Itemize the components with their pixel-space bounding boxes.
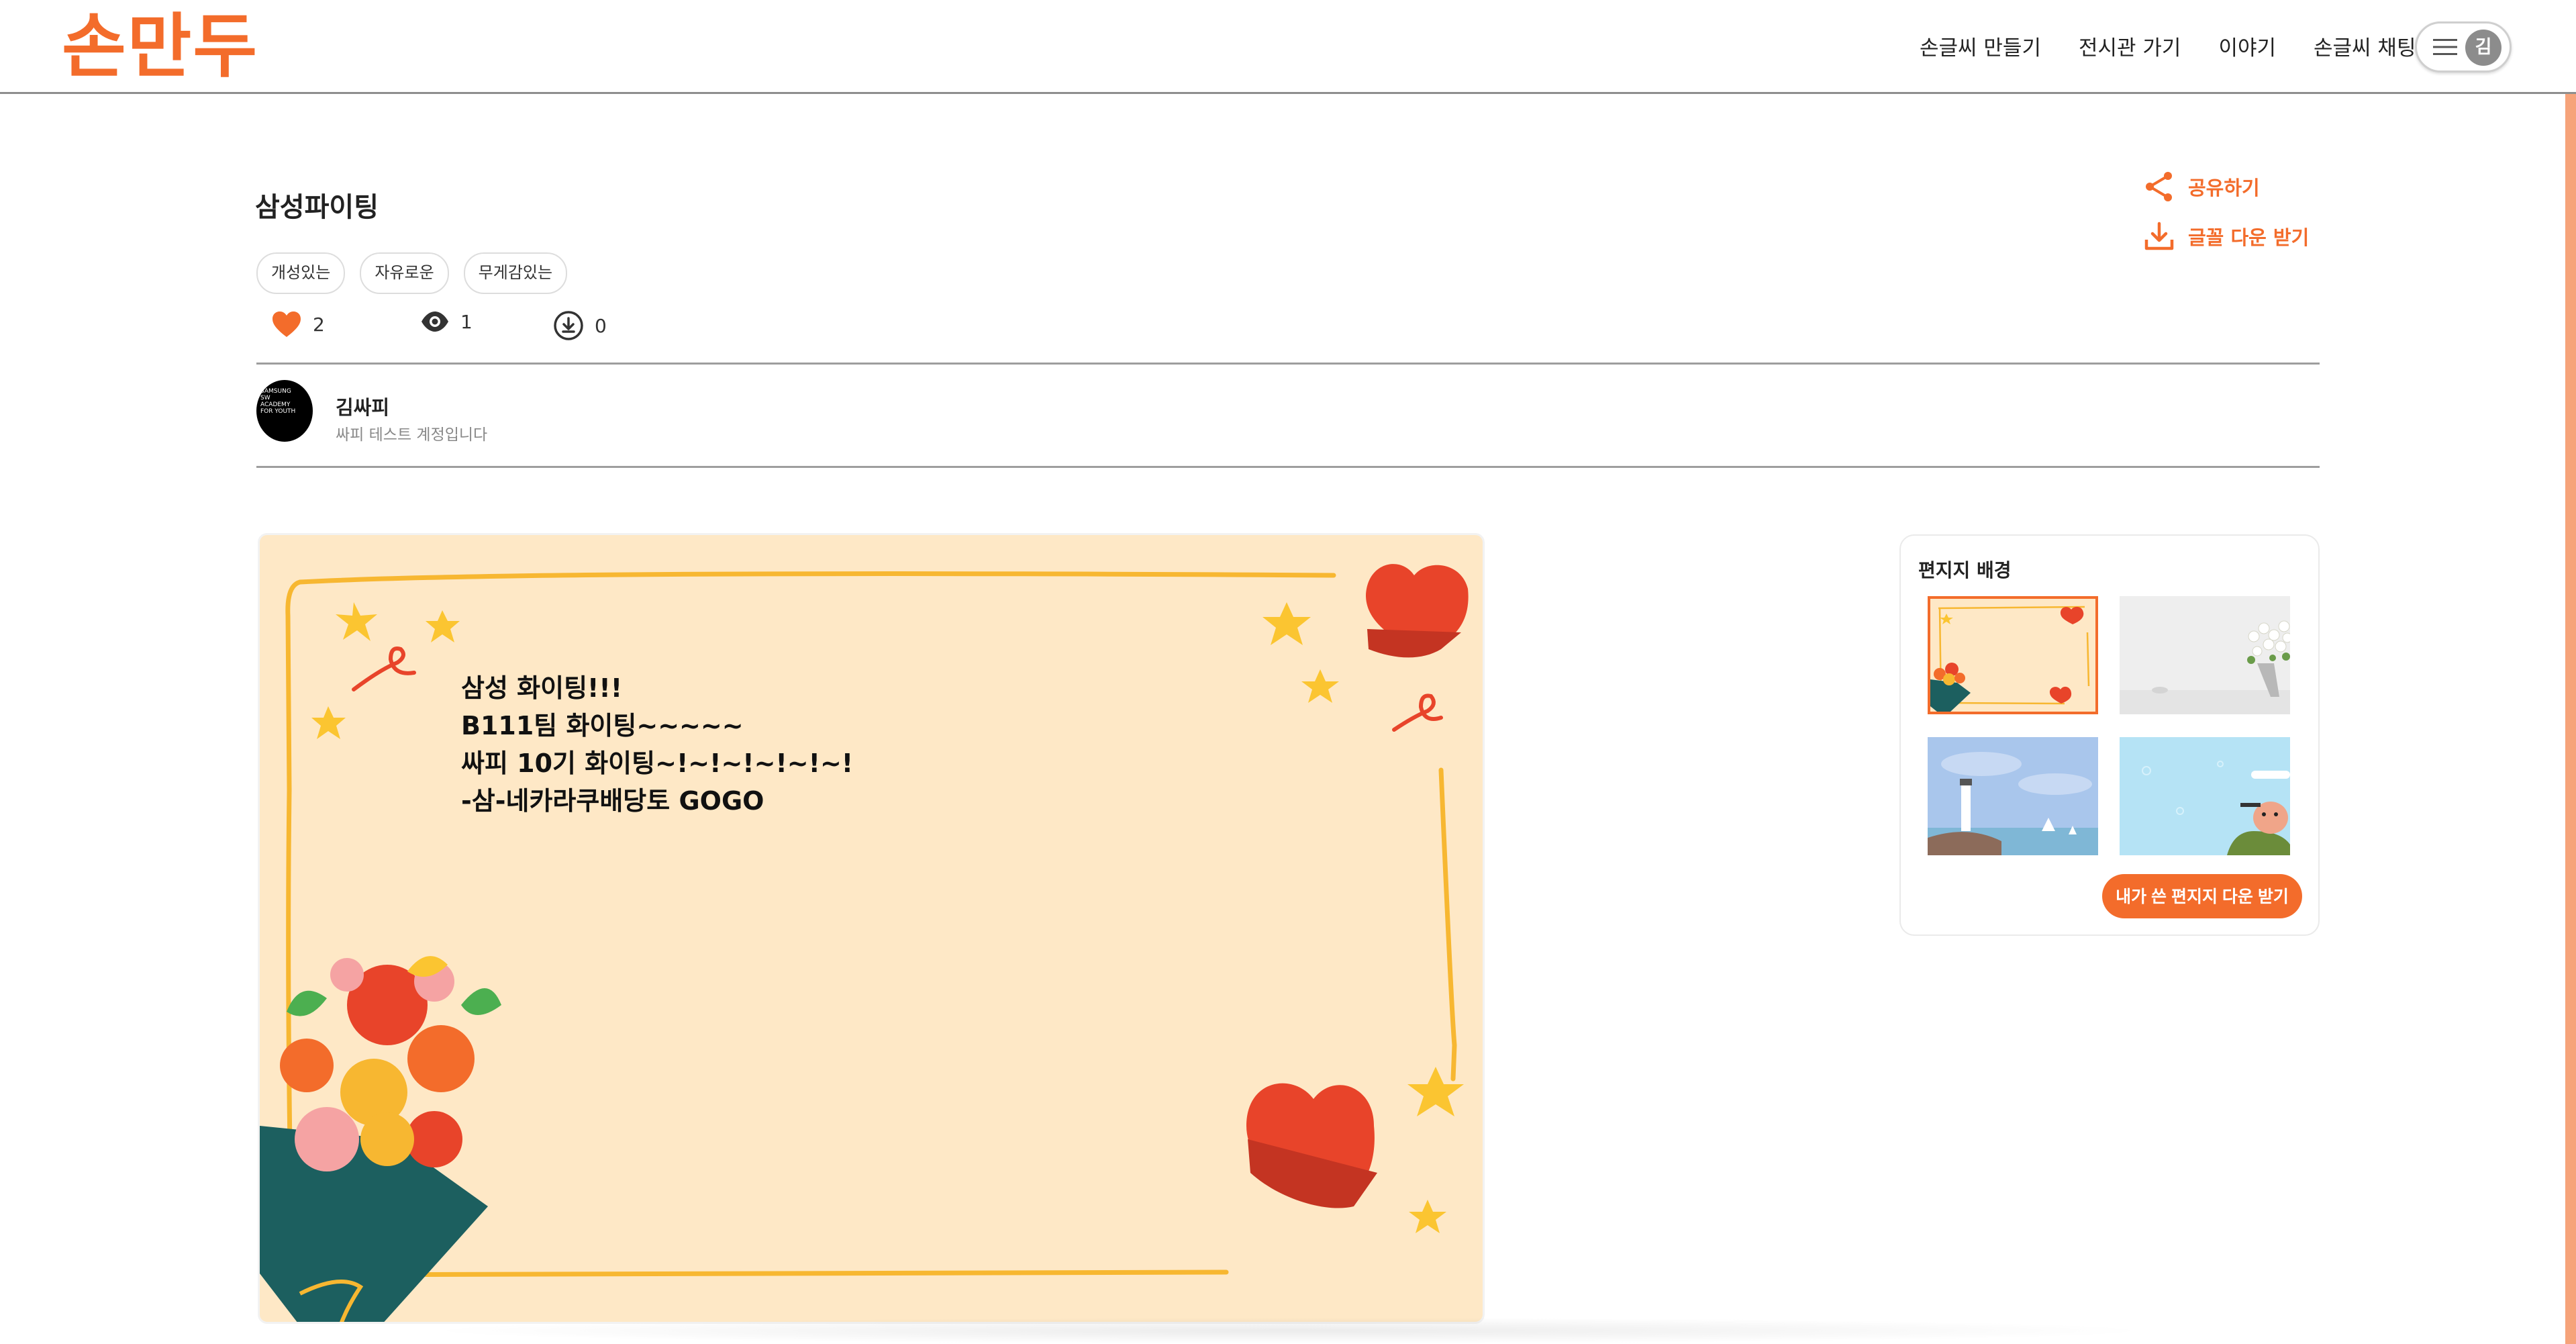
tag-chip[interactable]: 자유로운 [360, 252, 449, 294]
letter-message: 삼성 화이팅!!! B111팀 화이팅~~~~~ 싸피 10기 화이팅~!~!~… [461, 669, 853, 820]
background-thumb-character[interactable] [2120, 737, 2290, 855]
download-stat: 0 [553, 310, 607, 341]
tag-chip[interactable]: 무게감있는 [463, 252, 568, 294]
background-thumb-bouquet[interactable] [1928, 596, 2098, 714]
nav-gallery[interactable]: 전시관 가기 [2079, 31, 2181, 61]
user-menu-button[interactable]: 김 [2415, 21, 2512, 73]
letter-decoration-image [260, 564, 1469, 1322]
top-header: 손만두 손글씨 만들기 전시관 가기 이야기 손글씨 채팅 김 [0, 0, 2576, 94]
download-circle-icon [554, 311, 583, 340]
letter-line: B111팀 화이팅~~~~~ [461, 711, 744, 740]
tag-chip[interactable]: 개성있는 [256, 252, 346, 294]
author-name[interactable]: 김싸피 [336, 392, 389, 420]
main-nav: 손글씨 만들기 전시관 가기 이야기 손글씨 채팅 [1920, 31, 2416, 61]
share-button[interactable]: 공유하기 [2144, 169, 2309, 204]
share-icon [2146, 172, 2172, 201]
share-label: 공유하기 [2188, 177, 2260, 199]
flowers-background-image [2120, 596, 2290, 714]
like-count: 2 [313, 313, 325, 336]
nav-story[interactable]: 이야기 [2218, 31, 2276, 61]
divider [256, 363, 2320, 365]
background-thumb-lighthouse[interactable] [1928, 737, 2098, 855]
font-download-label: 글꼴 다운 받기 [2188, 226, 2310, 249]
hamburger-menu-icon [2433, 39, 2457, 55]
view-stat: 1 [420, 310, 473, 333]
bouquet-background-image [1930, 599, 2095, 712]
download-icon [2144, 222, 2174, 250]
letter-line: -삼-네카라쿠배당토 GOGO [461, 786, 764, 816]
heart-icon [273, 311, 301, 337]
letter-preview: 삼성 화이팅!!! B111팀 화이팅~~~~~ 싸피 10기 화이팅~!~!~… [258, 533, 1485, 1324]
nav-handwriting-chat[interactable]: 손글씨 채팅 [2314, 31, 2416, 61]
author-avatar[interactable]: SAMSUNG SW ACADEMY FOR YOUTH [256, 380, 313, 442]
download-count: 0 [595, 314, 607, 337]
background-panel-title: 편지지 배경 [1918, 559, 2012, 581]
letter-line: 싸피 10기 화이팅~!~!~!~!~!~! [461, 749, 854, 778]
letter-background-panel: 편지지 배경 내가 쓴 편지지 다운 받기 [1899, 534, 2320, 936]
font-download-button[interactable]: 글꼴 다운 받기 [2144, 219, 2309, 254]
download-letter-button[interactable]: 내가 쓴 편지지 다운 받기 [2102, 874, 2302, 918]
background-thumb-flowers[interactable] [2120, 596, 2290, 714]
post-title: 삼성파이팅 [255, 192, 379, 223]
nav-make-handwriting[interactable]: 손글씨 만들기 [1920, 31, 2041, 61]
bottom-shadow [416, 1317, 2161, 1344]
post-actions: 공유하기 글꼴 다운 받기 [2144, 169, 2309, 254]
lighthouse-background-image [1928, 737, 2098, 855]
tag-list: 개성있는 자유로운 무게감있는 [256, 252, 568, 294]
like-stat[interactable]: 2 [271, 310, 325, 338]
letter-line: 삼성 화이팅!!! [461, 673, 623, 703]
author-description: 싸피 테스트 계정입니다 [336, 426, 488, 444]
user-avatar: 김 [2465, 30, 2501, 66]
scrollbar-track[interactable] [2565, 94, 2576, 1344]
eye-icon [422, 311, 448, 332]
character-background-image [2120, 737, 2290, 855]
divider [256, 466, 2320, 468]
site-logo[interactable]: 손만두 [62, 3, 258, 90]
view-count: 1 [460, 310, 473, 333]
author-avatar-text: SAMSUNG SW ACADEMY FOR YOUTH [260, 388, 296, 415]
